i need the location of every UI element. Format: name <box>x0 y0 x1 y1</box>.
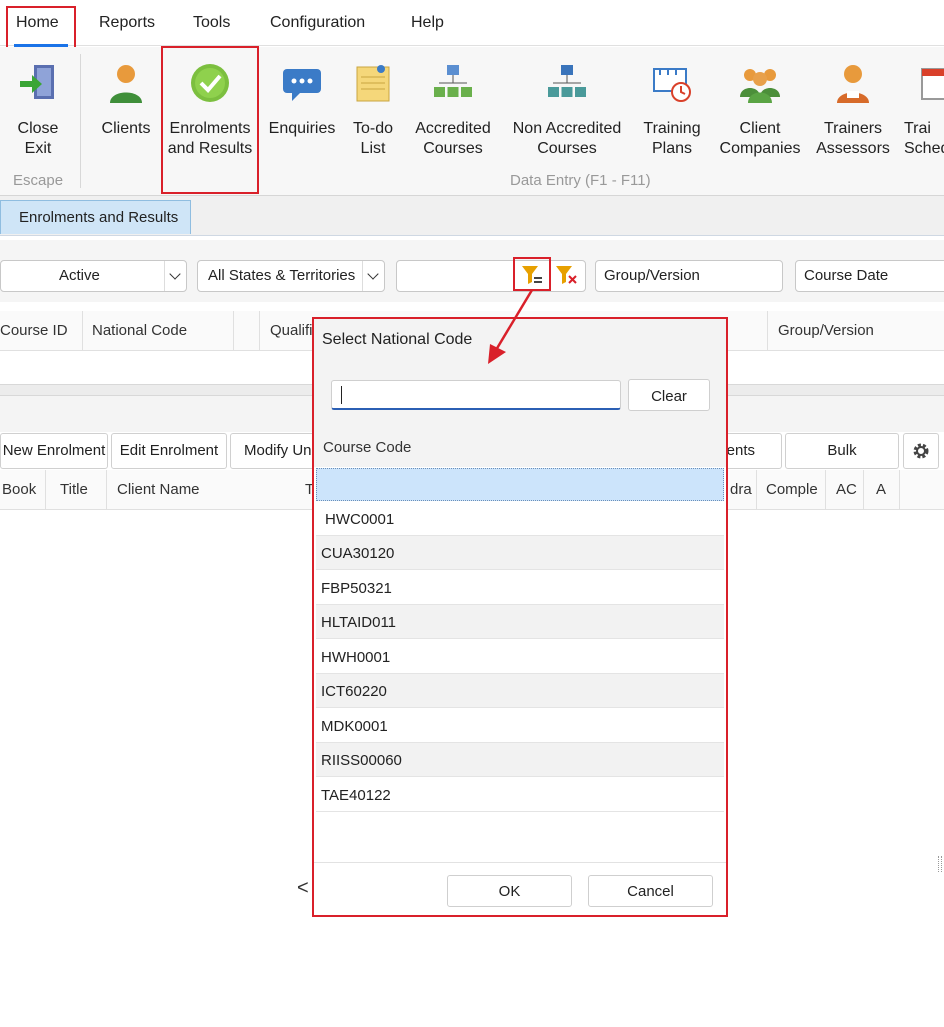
course-code-column-header[interactable]: Course Code <box>314 429 726 467</box>
menu-home-highlight <box>6 6 76 50</box>
chevron-down-icon <box>164 261 186 291</box>
list-item-selected[interactable] <box>316 468 724 501</box>
group-label-data-entry: Data Entry (F1 - F11) <box>510 172 651 189</box>
column-divider <box>233 311 234 351</box>
ribbon-group-separator <box>80 54 81 188</box>
trainers-assessors-button[interactable]: Trainers Assessors <box>812 47 894 167</box>
column-divider <box>259 311 260 351</box>
app-window: Home Reports Tools Configuration Help Cl… <box>0 0 944 1027</box>
accredited-courses-button[interactable]: Accredited Courses <box>408 47 498 167</box>
non-accredited-courses-button[interactable]: Non Accredited Courses <box>505 47 629 167</box>
menu-configuration[interactable]: Configuration <box>270 14 365 32</box>
resize-grip-icon[interactable] <box>938 856 942 872</box>
group-version-input[interactable]: Group/Version <box>595 260 783 292</box>
close-exit-label: Close Exit <box>17 120 59 157</box>
ok-button[interactable]: OK <box>447 875 572 907</box>
text-caret <box>341 386 342 404</box>
new-enrolment-button[interactable]: New Enrolment <box>0 433 108 469</box>
status-select[interactable]: Active <box>0 260 187 292</box>
col-withdrawn[interactable]: dra <box>730 481 752 498</box>
chat-bubble-icon <box>280 61 324 105</box>
close-exit-button[interactable]: Close Exit <box>2 47 74 167</box>
list-item[interactable]: ICT60220 <box>316 674 724 708</box>
hierarchy-teal-icon <box>545 61 589 105</box>
chevron-down-icon <box>362 261 384 291</box>
gear-icon <box>913 443 929 459</box>
edit-enrolment-button[interactable]: Edit Enrolment <box>111 433 227 469</box>
column-divider <box>45 470 46 510</box>
todo-list-label: To-do List <box>352 120 394 157</box>
search-input[interactable] <box>331 380 621 410</box>
list-item[interactable]: CUA30120 <box>316 536 724 570</box>
clear-button[interactable]: Clear <box>628 379 710 411</box>
person-icon <box>104 61 148 105</box>
list-item[interactable]: HLTAID011 <box>316 605 724 639</box>
list-item[interactable]: TAE40122 <box>316 778 724 812</box>
todo-list-button[interactable]: To-do List <box>344 47 402 167</box>
list-item[interactable]: HWH0001 <box>316 640 724 674</box>
schedule-calendar-icon <box>920 61 944 105</box>
col-book[interactable]: Book <box>2 481 36 498</box>
clear-filter-icon[interactable] <box>555 264 579 286</box>
column-divider <box>899 470 900 510</box>
clients-button[interactable]: Clients <box>92 47 160 167</box>
col-national-code[interactable]: National Code <box>92 322 187 339</box>
enrolments-highlight <box>161 46 259 194</box>
notepad-icon <box>351 61 395 105</box>
status-value: Active <box>59 267 100 284</box>
menu-help[interactable]: Help <box>411 14 444 32</box>
enquiries-label: Enquiries <box>268 120 336 137</box>
training-plans-button[interactable]: Training Plans <box>636 47 708 167</box>
bulk-button[interactable]: Bulk <box>785 433 899 469</box>
col-a[interactable]: A <box>876 481 886 498</box>
clients-label: Clients <box>101 120 151 137</box>
calendar-clock-icon <box>650 61 694 105</box>
hierarchy-icon <box>431 61 475 105</box>
trainers-assessors-label: Trainers Assessors <box>816 120 890 157</box>
col-completed[interactable]: Comple <box>766 481 818 498</box>
tab-enrolments-results[interactable]: Enrolments and Results <box>0 200 191 234</box>
col-course-id[interactable]: Course ID <box>0 322 68 339</box>
training-schedule-label: Trai Sched <box>904 120 944 157</box>
column-divider <box>767 311 768 351</box>
list-item[interactable]: MDK0001 <box>316 709 724 743</box>
menu-reports[interactable]: Reports <box>99 14 155 32</box>
column-divider <box>756 470 757 510</box>
annotation-arrow <box>488 289 534 364</box>
column-divider <box>106 470 107 510</box>
training-schedule-button[interactable]: Trai Sched <box>900 47 944 167</box>
column-divider <box>863 470 864 510</box>
accredited-courses-label: Accredited Courses <box>415 120 491 157</box>
group-version-value: Group/Version <box>604 267 700 284</box>
list-item[interactable]: FBP50321 <box>316 571 724 605</box>
list-item[interactable]: HWC0001 <box>316 502 724 536</box>
col-group-version[interactable]: Group/Version <box>778 322 874 339</box>
non-accredited-courses-label: Non Accredited Courses <box>512 120 622 157</box>
states-value: All States & Territories <box>208 267 356 284</box>
enquiries-button[interactable]: Enquiries <box>264 47 340 167</box>
col-client-name[interactable]: Client Name <box>117 481 200 498</box>
list-item[interactable]: RIISS00060 <box>316 743 724 777</box>
group-people-icon <box>738 61 782 105</box>
settings-button[interactable] <box>903 433 939 469</box>
client-companies-label: Client Companies <box>719 120 801 157</box>
group-label-escape: Escape <box>13 172 64 189</box>
col-ac[interactable]: AC <box>836 481 857 498</box>
exit-door-icon <box>16 61 60 105</box>
column-divider <box>82 311 83 351</box>
trainer-person-icon <box>831 61 875 105</box>
cancel-button[interactable]: Cancel <box>588 875 713 907</box>
col-qualification[interactable]: Qualifi <box>270 322 313 339</box>
chevron-left-icon: < <box>297 877 309 899</box>
course-date-value: Course Date <box>804 267 889 284</box>
states-select[interactable]: All States & Territories <box>197 260 385 292</box>
modify-units-button[interactable]: Modify Un <box>230 433 320 469</box>
column-divider <box>825 470 826 510</box>
training-plans-label: Training Plans <box>643 120 701 157</box>
client-companies-button[interactable]: Client Companies <box>714 47 806 167</box>
menu-tools[interactable]: Tools <box>193 14 230 32</box>
course-date-input[interactable]: Course Date <box>795 260 944 292</box>
col-title[interactable]: Title <box>60 481 88 498</box>
